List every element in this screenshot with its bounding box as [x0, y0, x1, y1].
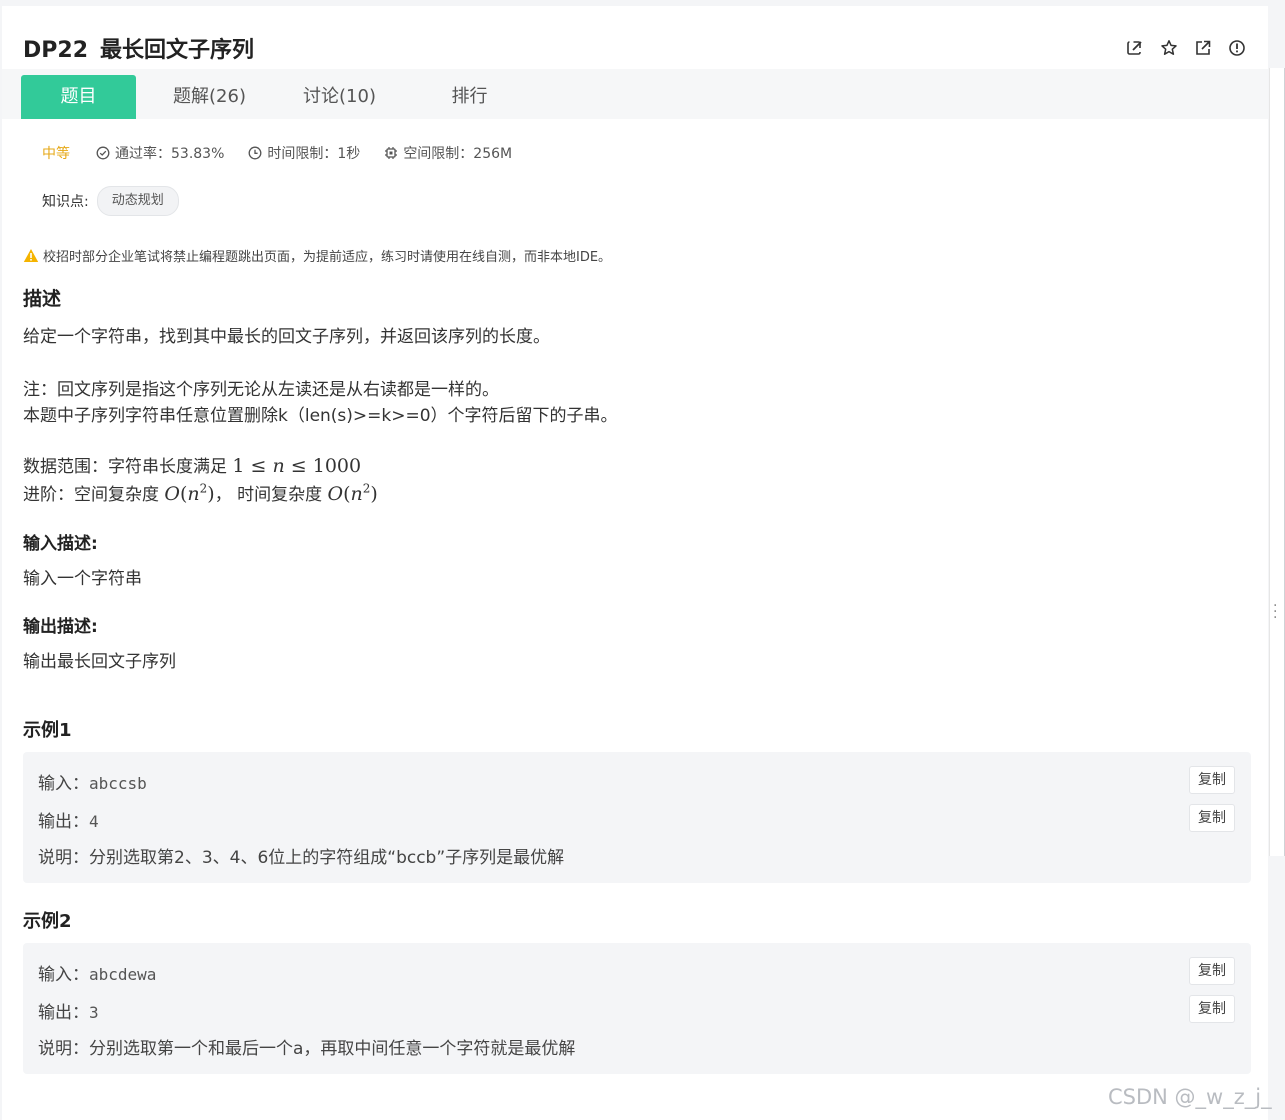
external-link-icon[interactable] [1192, 37, 1214, 59]
star-icon[interactable] [1158, 37, 1180, 59]
pass-rate: 通过率：53.83% [96, 143, 224, 163]
tab-bar: 题目 题解(26) 讨论(10) 排行 [2, 69, 1268, 119]
example1-explain-text: 分别选取第2、3、4、6位上的字符组成“bccb”子序列是最优解 [89, 848, 565, 868]
example2-heading: 示例2 [23, 911, 72, 932]
advance-mid-label: ， 时间复杂度 [214, 485, 323, 505]
example1-input: 输入：abccsb [38, 769, 147, 794]
example2-output: 输出：3 [38, 998, 99, 1023]
example2-explain-text: 分别选取第一个和最后一个a，再取中间任意一个字符就是最优解 [89, 1039, 576, 1059]
side-panel-edge [1269, 68, 1285, 856]
example1-copy-input-button[interactable]: 复制 [1189, 766, 1235, 794]
example1-output-value: 4 [89, 812, 99, 831]
problem-meta: 中等 通过率：53.83% 时间限制：1秒 空间限制：256M [42, 143, 536, 163]
knowledge-label: 知识点: [42, 194, 89, 210]
difficulty-badge: 中等 [42, 146, 70, 162]
example1-explain-label: 说明： [38, 848, 89, 868]
example2-input: 输入：abcdewa [38, 960, 156, 985]
check-circle-icon [96, 146, 110, 160]
example2-output-value: 3 [89, 1003, 99, 1022]
report-icon[interactable] [1226, 37, 1248, 59]
complexity-advance: 进阶：空间复杂度 O(n2)， 时间复杂度 O(n2) [23, 480, 378, 505]
example1-output: 输出：4 [38, 807, 99, 832]
page-title: DP22 最长回文子序列 [23, 32, 254, 64]
example2-copy-output-button[interactable]: 复制 [1189, 995, 1235, 1023]
data-range-label: 数据范围：字符串长度满足 [23, 457, 227, 477]
example1-explain: 说明：分别选取第2、3、4、6位上的字符组成“bccb”子序列是最优解 [38, 843, 564, 868]
problem-title: 最长回文子序列 [100, 38, 255, 63]
description-heading: 描述 [23, 288, 62, 310]
tab-solutions[interactable]: 题解(26) [152, 75, 267, 119]
pass-rate-text: 通过率：53.83% [115, 146, 225, 162]
space-limit: 空间限制：256M [384, 143, 512, 163]
time-limit: 时间限制：1秒 [248, 143, 360, 163]
example2-copy-input-button[interactable]: 复制 [1189, 957, 1235, 985]
example2-output-label: 输出： [38, 1003, 89, 1023]
example1-heading: 示例1 [23, 720, 72, 741]
description-text: 给定一个字符串，找到其中最长的回文子序列，并返回该序列的长度。 [23, 327, 550, 347]
range-formula: 1 ≤ n ≤ 1000 [232, 455, 362, 477]
time-complexity-formula: O(n2) [327, 481, 378, 505]
input-desc-text: 输入一个字符串 [23, 569, 142, 589]
time-limit-text: 时间限制：1秒 [267, 146, 361, 162]
example1-box: 输入：abccsb 复制 输出：4 复制 说明：分别选取第2、3、4、6位上的字… [23, 752, 1251, 883]
example2-explain-label: 说明： [38, 1039, 89, 1059]
resize-handle-icon[interactable]: · · · [1273, 599, 1277, 625]
edit-icon[interactable] [1124, 37, 1146, 59]
watermark: CSDN @_w_z_j_ [1108, 1085, 1272, 1109]
tab-discussion[interactable]: 讨论(10) [282, 75, 397, 119]
knowledge-points: 知识点: 动态规划 [42, 186, 179, 216]
title-toolbar [1124, 37, 1248, 59]
example1-input-label: 输入： [38, 774, 89, 794]
example2-box: 输入：abcdewa 复制 输出：3 复制 说明：分别选取第一个和最后一个a，再… [23, 943, 1251, 1074]
example1-copy-output-button[interactable]: 复制 [1189, 804, 1235, 832]
knowledge-tag[interactable]: 动态规划 [96, 186, 179, 216]
tab-ranking[interactable]: 排行 [412, 75, 527, 119]
page: DP22 最长回文子序列 题目 题解(26) 讨论(10) 排行 中等 通过率：… [0, 0, 1285, 1120]
warning-notice: 校招时部分企业笔试将禁止编程题跳出页面，为提前适应，练习时请使用在线自测，而非本… [23, 246, 611, 265]
advance-label: 进阶：空间复杂度 [23, 485, 159, 505]
space-limit-text: 空间限制：256M [403, 146, 513, 162]
data-range: 数据范围：字符串长度满足 1 ≤ n ≤ 1000 [23, 452, 361, 477]
example2-explain: 说明：分别选取第一个和最后一个a，再取中间任意一个字符就是最优解 [38, 1034, 575, 1059]
chip-icon [385, 147, 398, 159]
tab-problem[interactable]: 题目 [21, 75, 136, 119]
example2-input-value: abcdewa [89, 965, 157, 984]
example2-input-label: 输入： [38, 965, 89, 985]
warning-icon [23, 249, 39, 262]
description-note1: 注：回文序列是指这个序列无论从左读还是从右读都是一样的。 [23, 380, 499, 400]
description-note2: 本题中子序列字符串任意位置删除k（len(s)>=k>=0）个字符后留下的子串。 [23, 406, 618, 426]
output-desc-heading: 输出描述: [23, 617, 98, 637]
problem-code: DP22 [23, 38, 89, 63]
output-desc-text: 输出最长回文子序列 [23, 652, 176, 672]
warning-text: 校招时部分企业笔试将禁止编程题跳出页面，为提前适应，练习时请使用在线自测，而非本… [43, 250, 612, 265]
problem-card: DP22 最长回文子序列 题目 题解(26) 讨论(10) 排行 中等 通过率：… [2, 6, 1268, 1120]
clock-icon [248, 146, 262, 160]
example1-input-value: abccsb [89, 774, 147, 793]
space-complexity-formula: O(n2) [164, 481, 215, 505]
example1-output-label: 输出： [38, 812, 89, 832]
input-desc-heading: 输入描述: [23, 534, 98, 554]
